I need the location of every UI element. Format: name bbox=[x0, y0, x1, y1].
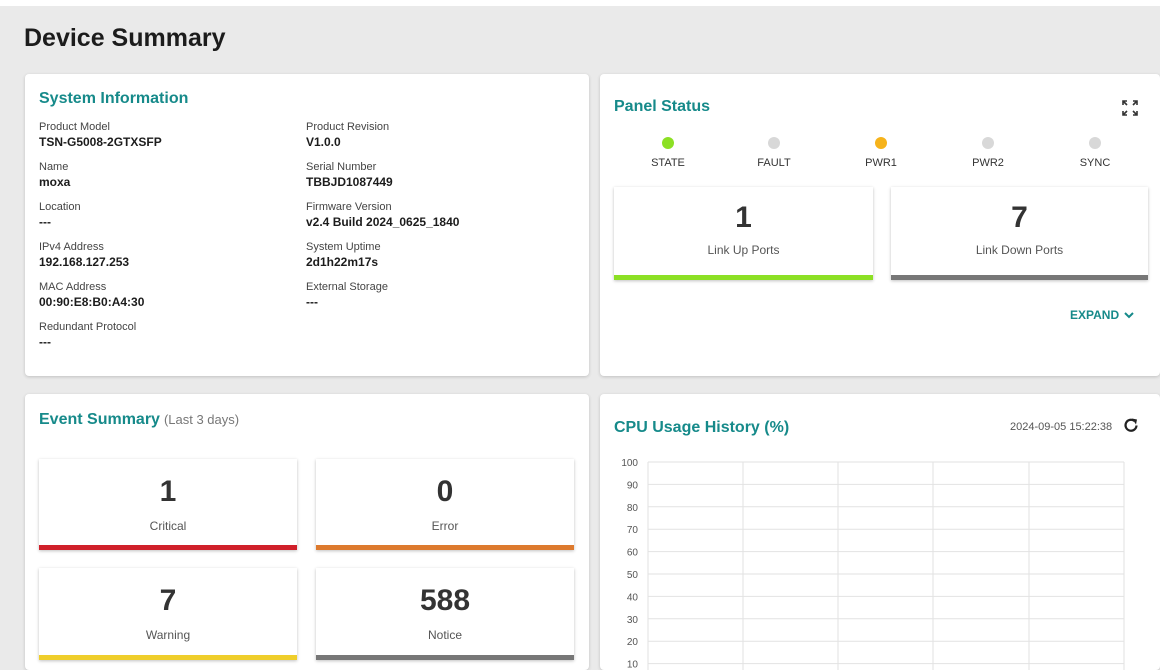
info-label: Serial Number bbox=[306, 161, 377, 173]
event-bar bbox=[316, 655, 574, 660]
link-up-ports-card[interactable]: 1 Link Up Ports bbox=[614, 187, 873, 280]
led-sync: SYNC bbox=[1055, 137, 1135, 169]
info-ipv4-address: IPv4 Address 192.168.127.253 bbox=[39, 240, 289, 270]
info-value: TSN-G5008-2GTXSFP bbox=[39, 135, 162, 149]
y-tick-label: 100 bbox=[621, 458, 638, 469]
info-label: Location bbox=[39, 201, 81, 213]
event-error-card[interactable]: 0 Error bbox=[316, 459, 574, 550]
event-label: Warning bbox=[145, 628, 191, 642]
event-label: Notice bbox=[427, 628, 462, 642]
info-label: MAC Address bbox=[39, 281, 107, 293]
cpu-timestamp: 2024-09-05 15:22:38 bbox=[1010, 421, 1113, 433]
led-indicators: STATE FAULT PWR1 PWR2 SYNC bbox=[632, 137, 1142, 177]
y-tick-label: 10 bbox=[627, 660, 639, 670]
fullscreen-icon[interactable] bbox=[1120, 98, 1140, 118]
event-critical-card[interactable]: 1 Critical bbox=[39, 459, 297, 550]
info-value: --- bbox=[39, 215, 51, 229]
led-state: STATE bbox=[628, 137, 708, 169]
info-redundant-protocol: Redundant Protocol --- bbox=[39, 320, 289, 350]
info-firmware-version: Firmware Version v2.4 Build 2024_0625_18… bbox=[306, 200, 556, 230]
info-serial-number: Serial Number TBBJD1087449 bbox=[306, 160, 556, 190]
refresh-icon[interactable] bbox=[1121, 416, 1141, 436]
led-fault: FAULT bbox=[734, 137, 814, 169]
info-label: Product Revision bbox=[306, 121, 390, 133]
event-summary-title: Event Summary (Last 3 days) bbox=[39, 411, 239, 429]
led-label: FAULT bbox=[757, 157, 791, 169]
info-value: V1.0.0 bbox=[306, 135, 341, 149]
y-tick-label: 50 bbox=[627, 570, 639, 581]
info-value: 00:90:E8:B0:A4:30 bbox=[39, 295, 145, 309]
led-dot bbox=[875, 137, 887, 149]
info-label: Product Model bbox=[39, 121, 110, 133]
info-location: Location --- bbox=[39, 200, 289, 230]
info-label: Name bbox=[39, 161, 69, 173]
link-down-label: Link Down Ports bbox=[975, 243, 1064, 257]
y-tick-label: 70 bbox=[627, 525, 639, 536]
y-tick-label: 40 bbox=[627, 592, 639, 603]
event-bar bbox=[316, 545, 574, 550]
info-product-model: Product Model TSN-G5008-2GTXSFP bbox=[39, 120, 289, 150]
info-value: v2.4 Build 2024_0625_1840 bbox=[306, 215, 460, 229]
event-count: 0 bbox=[436, 475, 454, 508]
event-count: 7 bbox=[159, 584, 177, 617]
led-pwr2: PWR2 bbox=[948, 137, 1028, 169]
led-label: SYNC bbox=[1079, 157, 1111, 169]
info-name: Name moxa bbox=[39, 160, 289, 190]
info-value: TBBJD1087449 bbox=[306, 175, 393, 189]
event-label: Critical bbox=[149, 519, 187, 533]
cpu-usage-chart: 100 90 80 70 60 50 40 30 20 10 bbox=[621, 458, 1125, 670]
expand-label: EXPAND bbox=[1070, 308, 1120, 322]
led-label: PWR2 bbox=[972, 157, 1004, 169]
y-tick-label: 80 bbox=[627, 503, 639, 514]
event-summary-title-text: Event Summary bbox=[39, 411, 160, 428]
led-dot bbox=[662, 137, 674, 149]
panel-status-title: Panel Status bbox=[614, 98, 711, 115]
cpu-usage-title: CPU Usage History (%) bbox=[614, 419, 790, 436]
info-product-revision: Product Revision V1.0.0 bbox=[306, 120, 556, 150]
link-up-bar bbox=[614, 275, 873, 280]
info-value: 192.168.127.253 bbox=[39, 255, 130, 269]
event-bar bbox=[39, 545, 297, 550]
link-up-count: 1 bbox=[735, 201, 752, 234]
led-label: PWR1 bbox=[865, 157, 897, 169]
y-tick-label: 60 bbox=[627, 548, 639, 559]
link-up-label: Link Up Ports bbox=[707, 243, 780, 257]
info-label: External Storage bbox=[306, 281, 388, 293]
info-value: 2d1h22m17s bbox=[306, 255, 379, 269]
chevron-down-icon bbox=[1124, 312, 1134, 319]
event-warning-card[interactable]: 7 Warning bbox=[39, 568, 297, 660]
event-count: 1 bbox=[159, 475, 177, 508]
event-notice-card[interactable]: 588 Notice bbox=[316, 568, 574, 660]
y-tick-label: 90 bbox=[627, 480, 639, 491]
led-dot bbox=[1089, 137, 1101, 149]
info-system-uptime: System Uptime 2d1h22m17s bbox=[306, 240, 556, 270]
led-dot bbox=[768, 137, 780, 149]
system-information-title: System Information bbox=[39, 90, 189, 107]
y-tick-label: 20 bbox=[627, 637, 639, 648]
event-bar bbox=[39, 655, 297, 660]
led-pwr1: PWR1 bbox=[841, 137, 921, 169]
link-down-bar bbox=[891, 275, 1148, 280]
link-down-ports-card[interactable]: 7 Link Down Ports bbox=[891, 187, 1148, 280]
event-count: 588 bbox=[419, 584, 471, 617]
info-mac-address: MAC Address 00:90:E8:B0:A4:30 bbox=[39, 280, 289, 310]
led-dot bbox=[982, 137, 994, 149]
info-label: Firmware Version bbox=[306, 201, 392, 213]
info-value: --- bbox=[306, 295, 318, 309]
info-label: IPv4 Address bbox=[39, 241, 104, 253]
expand-button[interactable]: EXPAND bbox=[1070, 308, 1135, 322]
link-down-count: 7 bbox=[1011, 201, 1028, 234]
info-label: System Uptime bbox=[306, 241, 381, 253]
info-external-storage: External Storage --- bbox=[306, 280, 556, 310]
page-title: Device Summary bbox=[24, 24, 226, 52]
led-label: STATE bbox=[651, 157, 685, 169]
info-value: moxa bbox=[39, 175, 71, 189]
event-summary-subtitle: (Last 3 days) bbox=[163, 412, 240, 427]
info-label: Redundant Protocol bbox=[39, 321, 137, 333]
y-tick-label: 30 bbox=[627, 615, 639, 626]
info-value: --- bbox=[39, 335, 51, 349]
event-label: Error bbox=[431, 519, 459, 533]
top-edge bbox=[0, 0, 1160, 6]
